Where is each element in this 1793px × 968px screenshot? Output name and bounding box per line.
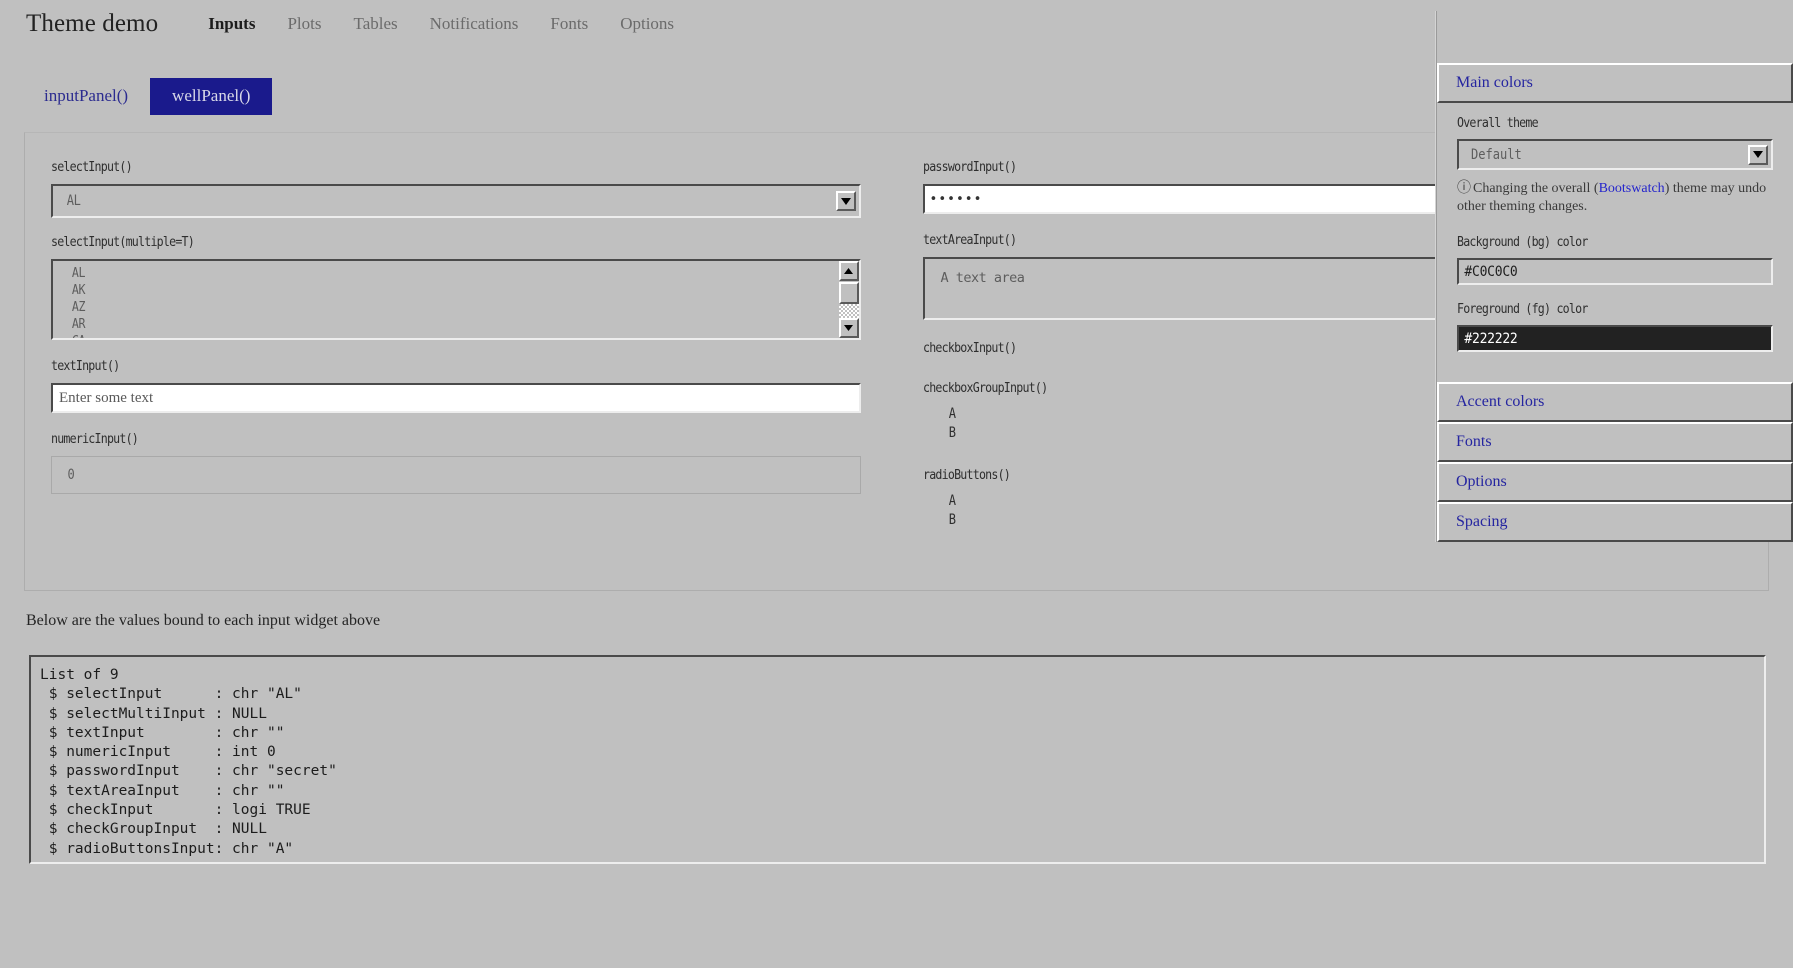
- field-numeric-input: numericInput() 0: [51, 431, 861, 494]
- fg-color-input[interactable]: #222222: [1457, 325, 1773, 352]
- bg-color-label: Background (bg) color: [1457, 234, 1588, 250]
- list-item[interactable]: AK: [53, 282, 746, 299]
- tab-inputpanel[interactable]: inputPanel(): [22, 78, 150, 115]
- accordion-body-main-colors: Overall theme Default ⓘ Changing the over…: [1437, 103, 1793, 382]
- list-item[interactable]: AR: [53, 316, 746, 333]
- field-select-input: selectInput() AL: [51, 159, 861, 218]
- overall-theme-value: Default: [1471, 146, 1522, 163]
- theme-customizer-panel: Main colors Overall theme Default ⓘ Chang…: [1436, 11, 1793, 542]
- info-circle-icon: ⓘ: [1457, 181, 1471, 196]
- accordion-sections: Accent colors Fonts Options Spacing: [1437, 382, 1793, 542]
- triangle-down-icon[interactable]: [838, 318, 859, 338]
- bg-color-value: #C0C0C0: [1464, 263, 1518, 280]
- verbatim-output: List of 9 $ selectInput : chr "AL" $ sel…: [29, 655, 1766, 864]
- select-multi-label: selectInput(multiple=T): [51, 234, 195, 250]
- list-item[interactable]: AZ: [53, 299, 746, 316]
- themer-top-spacer: [1437, 11, 1793, 63]
- textarea-input-placeholder: A text area: [940, 270, 1025, 286]
- help-prefix: Changing the overall (: [1473, 181, 1599, 196]
- scrollbar-track[interactable]: [838, 304, 859, 318]
- text-input-label: textInput(): [51, 358, 120, 374]
- theme-help-text: ⓘ Changing the overall (Bootswatch) theme…: [1457, 180, 1773, 216]
- list-item[interactable]: CA: [53, 333, 746, 338]
- overall-theme-label: Overall theme: [1457, 115, 1539, 131]
- listbox-scrollbar[interactable]: [838, 261, 859, 338]
- triangle-up-icon[interactable]: [838, 261, 859, 281]
- bootswatch-link[interactable]: Bootswatch: [1599, 181, 1665, 196]
- text-input-placeholder: Enter some text: [59, 389, 154, 406]
- accordion-header-fonts[interactable]: Fonts: [1437, 422, 1793, 462]
- nav-link-tables[interactable]: Tables: [338, 14, 414, 34]
- nav-link-fonts[interactable]: Fonts: [534, 14, 604, 34]
- password-input-value: ••••••: [929, 191, 983, 207]
- tab-wellpanel[interactable]: wellPanel(): [150, 78, 273, 115]
- accordion-header-options[interactable]: Options: [1437, 462, 1793, 502]
- nav-link-notifications[interactable]: Notifications: [414, 14, 535, 34]
- values-caption: Below are the values bound to each input…: [26, 612, 381, 629]
- field-select-multi: selectInput(multiple=T) AL AK AZ AR CA: [51, 234, 861, 340]
- navbar-links: Inputs Plots Tables Notifications Fonts …: [192, 14, 690, 34]
- nav-link-options[interactable]: Options: [604, 14, 690, 34]
- app-brand: Theme demo: [26, 10, 159, 37]
- select-input-label: selectInput(): [51, 159, 133, 175]
- accordion-header-main-colors[interactable]: Main colors: [1437, 63, 1793, 103]
- chevron-down-icon[interactable]: [1748, 144, 1768, 165]
- nav-link-plots[interactable]: Plots: [271, 14, 337, 34]
- bg-color-input[interactable]: #C0C0C0: [1457, 258, 1773, 285]
- list-item[interactable]: AL: [53, 265, 746, 282]
- chevron-down-icon[interactable]: [835, 191, 856, 211]
- text-input[interactable]: Enter some text: [51, 383, 861, 413]
- numeric-input-value: 0: [67, 467, 75, 483]
- numeric-input-label: numericInput(): [51, 431, 139, 447]
- accordion-header-accent-colors[interactable]: Accent colors: [1437, 382, 1793, 422]
- fg-color-value: #222222: [1464, 330, 1518, 347]
- select-input[interactable]: AL: [51, 184, 861, 218]
- select-input-value: AL: [66, 193, 81, 209]
- fg-color-label: Foreground (fg) color: [1457, 301, 1588, 317]
- field-text-input: textInput() Enter some text: [51, 358, 861, 413]
- tab-bar: inputPanel() wellPanel(): [22, 78, 273, 115]
- numeric-input[interactable]: 0: [51, 456, 861, 494]
- scrollbar-thumb[interactable]: [838, 282, 859, 304]
- nav-link-inputs[interactable]: Inputs: [192, 14, 271, 34]
- accordion-header-spacing[interactable]: Spacing: [1437, 502, 1793, 542]
- left-column: selectInput() AL selectInput(multiple=T)…: [51, 159, 897, 536]
- app-root: Theme demo Inputs Plots Tables Notificat…: [0, 0, 1793, 968]
- select-multi-listbox[interactable]: AL AK AZ AR CA: [51, 259, 861, 340]
- overall-theme-select[interactable]: Default: [1457, 139, 1773, 170]
